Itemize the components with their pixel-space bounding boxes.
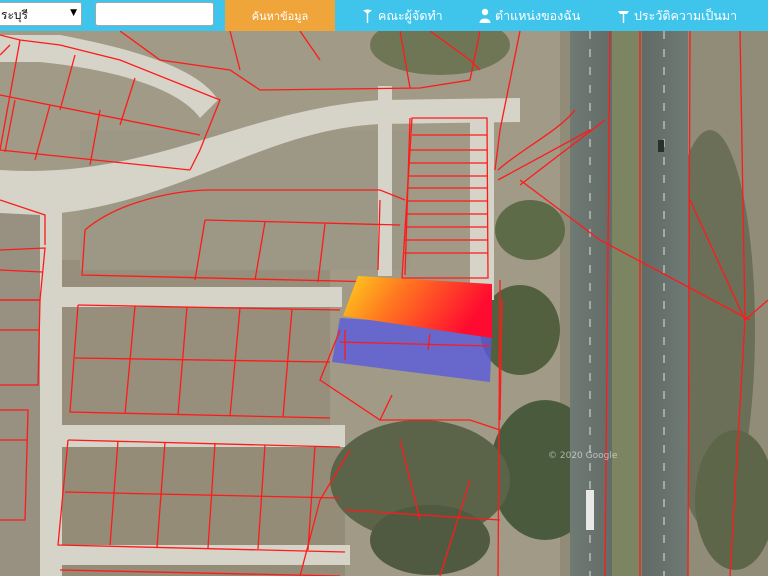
organizer-icon (363, 9, 372, 23)
highway (570, 31, 688, 576)
map-watermark: © 2020 Google (548, 451, 618, 461)
user-icon (479, 8, 491, 23)
province-value: ระบุรี (1, 8, 28, 22)
search-button[interactable]: ค้นหาข้อมูล (225, 0, 335, 31)
search-button-label: ค้นหาข้อมูล (251, 9, 309, 23)
nav-my-location-label: ตำแหน่งของฉัน (495, 7, 581, 23)
nav-organizer-label: คณะผู้จัดทำ (378, 7, 443, 23)
province-dropdown[interactable]: ระบุรี ▼ (0, 2, 82, 26)
chevron-down-icon: ▼ (70, 8, 77, 18)
search-input[interactable] (95, 2, 214, 26)
history-icon (618, 10, 629, 23)
nav-history-label: ประวัติความเป็นมา (634, 7, 738, 23)
nav-history[interactable]: ประวัติความเป็นมา (617, 0, 737, 31)
nav-my-location[interactable]: ตำแหน่งของฉัน (479, 0, 580, 31)
nav-organizer[interactable]: คณะผู้จัดทำ (361, 0, 443, 31)
satellite-map[interactable]: © 2020 Google (0, 0, 768, 576)
